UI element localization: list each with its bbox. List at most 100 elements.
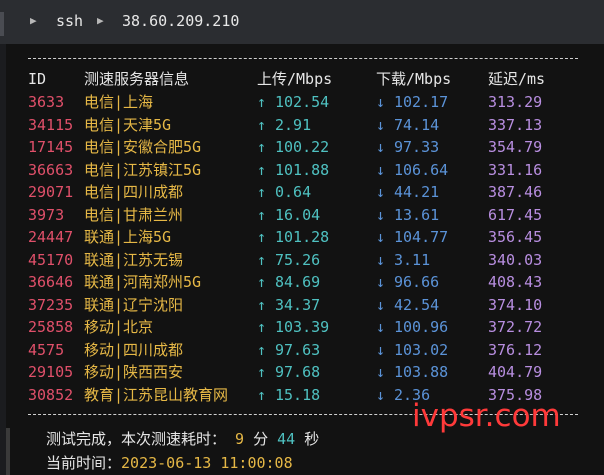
divider-top — [28, 58, 578, 60]
row-server: 电信|天津5G — [84, 115, 172, 134]
row-upload: ↑ 0.64 — [257, 181, 311, 203]
arrow-down-icon: ↓ — [376, 205, 386, 224]
row-download-value: 44.21 — [394, 183, 440, 201]
done-label: 测试完成，本次测速耗时： — [46, 430, 227, 448]
row-id: 45170 — [28, 250, 74, 269]
arrow-down-icon: ↓ — [376, 273, 386, 291]
chevron-right-icon: ▶ — [97, 14, 104, 27]
row-upload-value: 34.37 — [275, 295, 321, 314]
row-latency: 408.43 — [488, 273, 543, 291]
arrow-down-icon: ↓ — [376, 385, 386, 404]
arrow-up-icon: ↑ — [257, 93, 267, 111]
row-id: 4575 — [28, 340, 65, 359]
row-latency: 354.79 — [488, 138, 543, 156]
row-download: ↓ 102.17 — [376, 91, 448, 113]
elapsed-minutes: 9 — [235, 430, 245, 448]
row-download: ↓ 103.88 — [376, 361, 448, 383]
footer-gutter — [6, 428, 10, 475]
header-id: ID — [28, 70, 47, 88]
row-upload: ↑ 97.63 — [257, 339, 320, 361]
row-upload: ↑ 103.39 — [257, 316, 329, 338]
row-upload-value: 97.68 — [275, 363, 321, 381]
test-complete-line: 测试完成，本次测速耗时： 9 分 44 秒 — [46, 428, 319, 449]
row-id: 25858 — [28, 318, 74, 336]
row-upload: ↑ 75.26 — [257, 249, 320, 271]
row-download: ↓ 104.77 — [376, 226, 448, 248]
row-upload-value: 84.69 — [275, 273, 321, 291]
row-upload-value: 100.22 — [275, 138, 330, 156]
row-upload: ↑ 2.91 — [257, 114, 311, 136]
header-upload: 上传/Mbps — [257, 70, 333, 88]
arrow-down-icon: ↓ — [376, 340, 386, 359]
row-download: ↓ 106.64 — [376, 159, 448, 181]
arrow-down-icon: ↓ — [376, 250, 386, 269]
row-id: 37235 — [28, 295, 74, 314]
row-download: ↓ 74.14 — [376, 114, 439, 136]
terminal-titlebar: ▶ ssh ▶ 38.60.209.210 — [0, 0, 604, 45]
arrow-down-icon: ↓ — [376, 115, 386, 134]
time-value: 2023-06-13 11:00:08 — [121, 454, 293, 472]
arrow-up-icon: ↑ — [257, 273, 267, 291]
arrow-down-icon: ↓ — [376, 295, 386, 314]
row-server: 教育|江苏昆山教育网 — [84, 385, 229, 404]
row-download: ↓ 42.54 — [376, 294, 439, 316]
row-latency: 331.16 — [488, 160, 543, 179]
arrow-up-icon: ↑ — [257, 295, 267, 314]
row-latency: 376.12 — [488, 340, 543, 359]
row-server: 电信|四川成都 — [84, 183, 184, 201]
row-server: 电信|上海 — [84, 93, 154, 111]
row-download-value: 13.61 — [394, 205, 440, 224]
elapsed-seconds: 44 — [277, 430, 296, 448]
row-latency: 374.10 — [488, 295, 543, 314]
arrow-up-icon: ↑ — [257, 385, 267, 404]
row-latency: 617.45 — [488, 205, 543, 224]
arrow-down-icon: ↓ — [376, 138, 386, 156]
chevron-right-icon: ▶ — [30, 14, 37, 27]
arrow-up-icon: ↑ — [257, 138, 267, 156]
arrow-up-icon: ↑ — [257, 160, 267, 179]
row-upload-value: 2.91 — [275, 115, 312, 134]
row-id: 36646 — [28, 273, 74, 291]
breadcrumb-ssh[interactable]: ssh — [56, 12, 83, 30]
row-upload-value: 101.28 — [275, 228, 330, 246]
arrow-up-icon: ↑ — [257, 340, 267, 359]
row-id: 3973 — [28, 205, 65, 224]
row-download-value: 3.11 — [394, 250, 431, 269]
arrow-up-icon: ↑ — [257, 318, 267, 336]
header-download: 下载/Mbps — [376, 70, 452, 88]
arrow-down-icon: ↓ — [376, 363, 386, 381]
row-server: 移动|四川成都 — [84, 340, 184, 359]
row-id: 29105 — [28, 363, 74, 381]
row-download: ↓ 100.96 — [376, 316, 448, 338]
row-upload: ↑ 34.37 — [257, 294, 320, 316]
row-upload: ↑ 100.22 — [257, 136, 329, 158]
row-latency: 356.45 — [488, 228, 543, 246]
watermark-text: ivpsr.com — [412, 398, 561, 434]
row-download: ↓ 44.21 — [376, 181, 439, 203]
row-upload-value: 101.88 — [275, 160, 330, 179]
row-server: 电信|甘肃兰州 — [84, 205, 184, 224]
row-upload-value: 97.63 — [275, 340, 321, 359]
row-id: 30852 — [28, 385, 74, 404]
row-upload-value: 0.64 — [275, 183, 312, 201]
seconds-unit: 秒 — [304, 430, 320, 448]
row-server: 电信|江苏镇江5G — [84, 160, 202, 179]
row-upload: ↑ 16.04 — [257, 204, 320, 226]
minutes-unit: 分 — [253, 430, 269, 448]
breadcrumb-host[interactable]: 38.60.209.210 — [122, 12, 239, 30]
row-download-value: 74.14 — [394, 115, 440, 134]
arrow-down-icon: ↓ — [376, 318, 386, 336]
row-server: 联通|辽宁沈阳 — [84, 295, 184, 314]
row-upload: ↑ 101.28 — [257, 226, 329, 248]
row-server: 联通|河南郑州5G — [84, 273, 202, 291]
row-upload-value: 103.39 — [275, 318, 330, 336]
row-download-value: 96.66 — [394, 273, 440, 291]
arrow-down-icon: ↓ — [376, 160, 386, 179]
row-upload-value: 102.54 — [275, 93, 330, 111]
row-server: 移动|陕西西安 — [84, 363, 184, 381]
arrow-up-icon: ↑ — [257, 228, 267, 246]
row-download-value: 104.77 — [394, 228, 449, 246]
time-label: 当前时间： — [46, 454, 122, 472]
row-latency: 387.46 — [488, 183, 543, 201]
arrow-down-icon: ↓ — [376, 93, 386, 111]
